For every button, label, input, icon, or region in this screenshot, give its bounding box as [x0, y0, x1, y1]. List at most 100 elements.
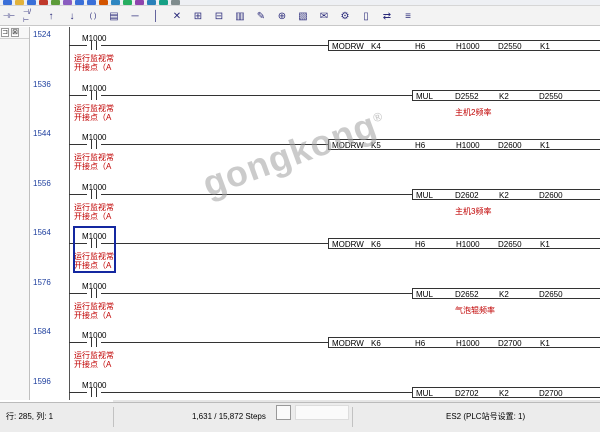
open-file-icon[interactable]: [15, 0, 24, 5]
falling-edge-contact-icon[interactable]: ↓: [65, 9, 79, 23]
instruction-box[interactable]: MUL D2702 K2 D2700: [412, 386, 600, 398]
selection-cursor: [73, 226, 116, 273]
instruction-box[interactable]: MODRW K6 H6 H1000 D2700 K1: [328, 337, 600, 348]
vertical-line-icon[interactable]: │: [149, 9, 163, 23]
insert-rung-icon[interactable]: ⊞: [191, 9, 205, 23]
copy-icon[interactable]: [51, 0, 60, 5]
online-icon[interactable]: [123, 0, 132, 5]
step-number: 1536: [33, 79, 51, 89]
comment-line: 开接点（A: [74, 162, 112, 171]
ladder-rung[interactable]: 1596M1000运行监视常开接点（AMULD2702K2D2700: [31, 374, 600, 401]
comment-line: 运行监视常: [74, 202, 114, 212]
ladder-rung[interactable]: 1576 M1000 运行监视常 开接点（A MUL D2652 K2 D2650 气泡辊频率: [31, 275, 600, 324]
compile-icon[interactable]: [111, 0, 120, 5]
comment-line: 运行监视常: [74, 301, 114, 311]
close-icon[interactable]: ⊠: [11, 28, 19, 37]
monitor-icon[interactable]: [135, 0, 144, 5]
ladder-editor[interactable]: 1524 M1000 运行监视常 开接点（A MODRW K4 H6 H1000 D2550 K1…: [31, 27, 600, 400]
cross-reference-icon[interactable]: ⇄: [380, 9, 394, 23]
instruction-mnemonic: MODRW: [332, 339, 364, 348]
instruction-operand: K6: [371, 339, 381, 348]
instruction-operand: D2702: [455, 388, 479, 398]
wire-segment: [69, 94, 87, 96]
step-number: 1596: [33, 376, 51, 386]
normally-open-contact-icon[interactable]: ⊣⊢: [2, 9, 16, 23]
step-number: 1576: [33, 277, 51, 287]
wire-segment: [101, 391, 412, 393]
wire-segment: [101, 342, 328, 343]
horizontal-line-icon[interactable]: ─: [128, 9, 142, 23]
plc-station: ES2 (PLC站号设置: 1): [446, 411, 526, 421]
find-icon[interactable]: [99, 0, 108, 5]
comment-line: 开接点（A: [74, 211, 112, 221]
instruction-box[interactable]: MODRW K6 H6 H1000 D2650 K1: [328, 238, 600, 249]
instruction-box[interactable]: MUL D2602 K2 D2600: [412, 188, 600, 200]
delete-rung-icon[interactable]: ⊟: [212, 9, 226, 23]
ladder-rung[interactable]: 1536 M1000 运行监视常 开接点（A MUL D2552 K2 D2550 主机2频率: [31, 77, 600, 126]
instruction-box[interactable]: MODRW K4 H6 H1000 D2550 K1: [328, 40, 600, 51]
normally-closed-contact-icon[interactable]: ⊣/⊢: [23, 9, 37, 24]
upload-icon[interactable]: [147, 0, 156, 5]
instruction-box[interactable]: MUL D2552 K2 D2550: [412, 89, 600, 101]
ladder-rung[interactable]: 1564 M1000 运行监视常 开接点（A MODRW K6 H6 H1000 D2650 K1: [31, 225, 600, 274]
device-comment-icon[interactable]: ✎: [254, 9, 268, 23]
instruction-operand: K2: [499, 289, 509, 299]
instruction-box[interactable]: MUL D2652 K2 D2650: [412, 287, 600, 299]
normally-open-contact-icon[interactable]: [87, 140, 101, 149]
list-icon[interactable]: ≡: [401, 9, 415, 23]
instruction-mnemonic: MUL: [416, 289, 433, 299]
wire-segment: [69, 342, 87, 343]
panel-header: ⊐ ⊠: [0, 27, 29, 39]
instruction-operand: H6: [415, 42, 426, 51]
help-icon[interactable]: [171, 0, 180, 5]
status-indicator-box: [276, 405, 291, 420]
rising-edge-contact-icon[interactable]: ↑: [44, 9, 58, 23]
instruction-operand: H6: [415, 240, 426, 249]
operand-comment: 主机2频率: [455, 107, 492, 117]
ladder-rung[interactable]: 1584 M1000 运行监视常 开接点（A MODRW K6 H6 H1000 D2700 K1: [31, 324, 600, 373]
zoom-icon[interactable]: ⊕: [275, 9, 289, 23]
instruction-mnemonic: MUL: [416, 91, 433, 101]
device-comment: 运行监视常 开接点（A: [74, 203, 134, 221]
pin-icon[interactable]: ⊐: [1, 28, 9, 37]
instruction-operand: K1: [540, 141, 550, 150]
device-comment: 运行监视常 开接点（A: [74, 54, 134, 72]
cursor-position: 行: 285, 列: 1: [6, 411, 54, 421]
instruction-operand: K4: [371, 42, 381, 51]
download-icon[interactable]: [159, 0, 168, 5]
paste-icon[interactable]: [63, 0, 72, 5]
step-number: 1556: [33, 178, 51, 188]
device-comment: 运行监视常 开接点（A: [74, 302, 134, 320]
function-block-icon[interactable]: ▤: [107, 9, 121, 23]
step-count: 1,631 / 15,872 Steps: [192, 411, 266, 421]
normally-open-contact-icon[interactable]: [87, 189, 101, 199]
application-instruction-icon[interactable]: ▥: [233, 9, 247, 23]
page-icon-icon[interactable]: ▯: [359, 9, 373, 23]
operand-comment: 气泡辊频率: [455, 305, 495, 315]
ladder-rung[interactable]: 1556 M1000 运行监视常 开接点（A MUL D2602 K2 D2600 主机3频率: [31, 176, 600, 225]
mail-icon[interactable]: ✉: [317, 9, 331, 23]
network-icon[interactable]: ▧: [296, 9, 310, 23]
coil-icon[interactable]: ( ): [86, 9, 100, 23]
device-comment: 运行监视常 开接点（A: [74, 153, 134, 171]
normally-open-contact-icon[interactable]: [87, 41, 101, 50]
comment-line: 开接点（A: [74, 310, 112, 320]
cut-icon[interactable]: [39, 0, 48, 5]
redo-icon[interactable]: [87, 0, 96, 5]
normally-open-contact-icon[interactable]: [87, 288, 101, 298]
instruction-operand: D2652: [455, 289, 479, 299]
normally-open-contact-icon[interactable]: [87, 338, 101, 347]
save-icon[interactable]: [27, 0, 36, 5]
normally-open-contact-icon[interactable]: [87, 90, 101, 100]
ladder-rung[interactable]: 1524 M1000 运行监视常 开接点（A MODRW K4 H6 H1000 D2550 K1: [31, 27, 600, 76]
undo-icon[interactable]: [75, 0, 84, 5]
instruction-operand: D2600: [498, 141, 522, 150]
delete-line-icon[interactable]: ✕: [170, 9, 184, 23]
new-file-icon[interactable]: [3, 0, 12, 5]
settings-icon[interactable]: ⚙: [338, 9, 352, 23]
normally-open-contact-icon[interactable]: [87, 387, 101, 397]
instruction-operand: D2602: [455, 190, 479, 200]
instruction-operand: K2: [499, 190, 509, 200]
comment-line: 开接点（A: [74, 112, 112, 122]
status-bar: 行: 285, 列: 1 1,631 / 15,872 Steps ES2 (P…: [0, 402, 600, 432]
